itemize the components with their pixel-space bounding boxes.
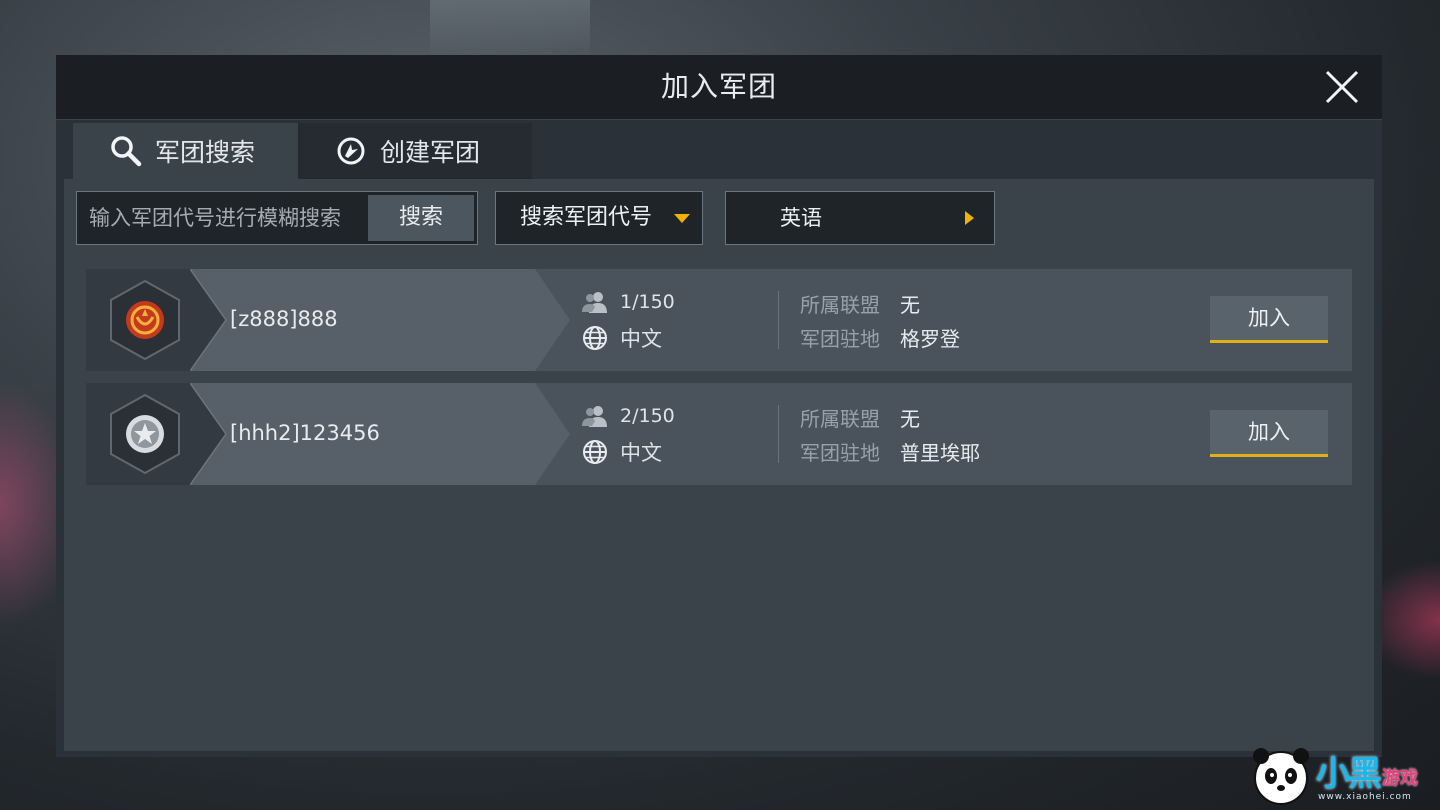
watermark-text-2: 游戏 [1382, 768, 1418, 789]
watermark-logo: 小黑 游戏 www.xiaohei.com [1244, 740, 1440, 810]
search-panel: 搜索 搜索军团代号 英语 [z888]888 [64, 179, 1374, 751]
member-count-value: 1/150 [620, 291, 675, 313]
language-label: 英语 [780, 206, 822, 230]
legion-row[interactable]: [z888]888 1/150 中文 所属联盟 无 军团驻地 格罗登 加入 [86, 269, 1352, 371]
language-selector[interactable]: 英语 [725, 191, 995, 245]
search-box: 搜索 [76, 191, 478, 245]
base-label: 军团驻地 [800, 441, 880, 465]
alliance-label: 所属联盟 [800, 407, 880, 431]
search-icon [109, 134, 143, 168]
dialog-titlebar: 加入军团 [56, 55, 1382, 120]
base-info: 军团驻地 格罗登 [800, 323, 960, 352]
tab-legion-search[interactable]: 军团搜索 [73, 123, 298, 179]
alliance-label: 所属联盟 [800, 293, 880, 317]
create-legion-icon [334, 134, 368, 168]
legion-row[interactable]: [hhh2]123456 2/150 中文 所属联盟 无 军团驻地 普里埃耶 加… [86, 383, 1352, 485]
close-icon [1325, 70, 1359, 104]
dialog-title: 加入军团 [660, 70, 777, 103]
join-button[interactable]: 加入 [1210, 410, 1328, 457]
panda-logo-icon [1253, 748, 1309, 805]
tab-label: 创建军团 [380, 138, 481, 167]
alliance-info: 所属联盟无 [800, 289, 920, 318]
alliance-value: 无 [900, 293, 920, 317]
globe-icon [582, 439, 608, 465]
members-icon [582, 403, 608, 429]
row-divider [778, 405, 779, 463]
base-info: 军团驻地 普里埃耶 [800, 437, 980, 466]
search-mode-label: 搜索军团代号 [520, 205, 653, 230]
search-input[interactable] [77, 192, 367, 244]
tab-label: 军团搜索 [155, 138, 256, 167]
tab-create-legion[interactable]: 创建军团 [298, 123, 532, 179]
globe-icon [582, 325, 608, 351]
alliance-value: 无 [900, 407, 920, 431]
chevron-down-icon [674, 214, 690, 223]
join-button[interactable]: 加入 [1210, 296, 1328, 343]
chevron-right-icon [965, 211, 974, 225]
background-light [430, 0, 590, 60]
join-legion-dialog: 加入军团 军团搜索 创建军团 搜索 [56, 55, 1382, 757]
legion-language-value: 中文 [620, 441, 662, 465]
legion-name: [z888]888 [230, 307, 338, 331]
base-value: 格罗登 [900, 327, 960, 351]
legion-language: 中文 [582, 323, 662, 353]
alliance-info: 所属联盟无 [800, 403, 920, 432]
search-mode-dropdown[interactable]: 搜索军团代号 [495, 191, 703, 245]
base-value: 普里埃耶 [900, 441, 980, 465]
close-button[interactable] [1324, 69, 1360, 105]
search-button[interactable]: 搜索 [368, 195, 474, 241]
legion-language: 中文 [582, 437, 662, 467]
member-count-value: 2/150 [620, 405, 675, 427]
watermark-text: 小黑 [1316, 754, 1382, 794]
silver-star-emblem-icon [110, 393, 180, 475]
members-icon [582, 289, 608, 315]
row-divider [778, 291, 779, 349]
red-laurel-emblem-icon [110, 279, 180, 361]
watermark-url: www.xiaohei.com [1318, 792, 1412, 802]
member-count: 1/150 [582, 289, 675, 315]
legion-language-value: 中文 [620, 327, 662, 351]
legion-name: [hhh2]123456 [230, 421, 380, 445]
base-label: 军团驻地 [800, 327, 880, 351]
member-count: 2/150 [582, 403, 675, 429]
